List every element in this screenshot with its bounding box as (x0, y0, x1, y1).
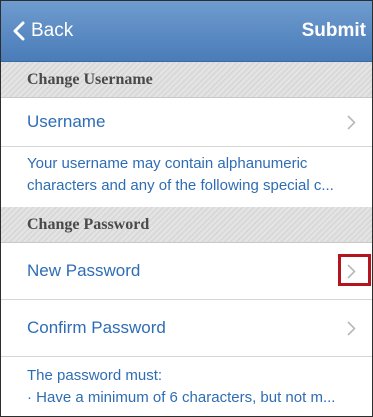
chevron-right-icon (347, 115, 356, 130)
password-rules-line-1: The password must: (27, 367, 163, 384)
row-divider (1, 146, 372, 147)
username-rules-line-2: characters and any of the following spec… (27, 177, 334, 194)
app-screen: Back Submit Change Username Username You… (0, 0, 373, 417)
back-button[interactable]: Back (13, 17, 73, 45)
highlight-annotation-box (338, 254, 371, 286)
section-title: Change Username (27, 71, 153, 88)
section-header-change-password: Change Password (1, 207, 372, 243)
row-divider (1, 356, 372, 357)
new-password-row[interactable]: New Password (1, 243, 372, 299)
submit-button[interactable]: Submit (302, 17, 366, 45)
section-header-change-username: Change Username (1, 62, 372, 98)
confirm-password-label: Confirm Password (27, 318, 166, 337)
navigation-bar: Back Submit (1, 1, 372, 62)
username-label: Username (27, 112, 106, 131)
username-rules-line-1: Your username may contain alphanumeric (27, 155, 308, 172)
back-label: Back (31, 20, 74, 41)
password-rules-line-2: · Have a minimum of 6 characters, but no… (27, 389, 336, 406)
username-row[interactable]: Username (1, 98, 372, 146)
confirm-password-row[interactable]: Confirm Password (1, 300, 372, 356)
section-title: Change Password (27, 216, 150, 233)
chevron-left-icon (13, 21, 25, 41)
chevron-right-icon (347, 321, 356, 336)
new-password-label: New Password (27, 261, 141, 280)
